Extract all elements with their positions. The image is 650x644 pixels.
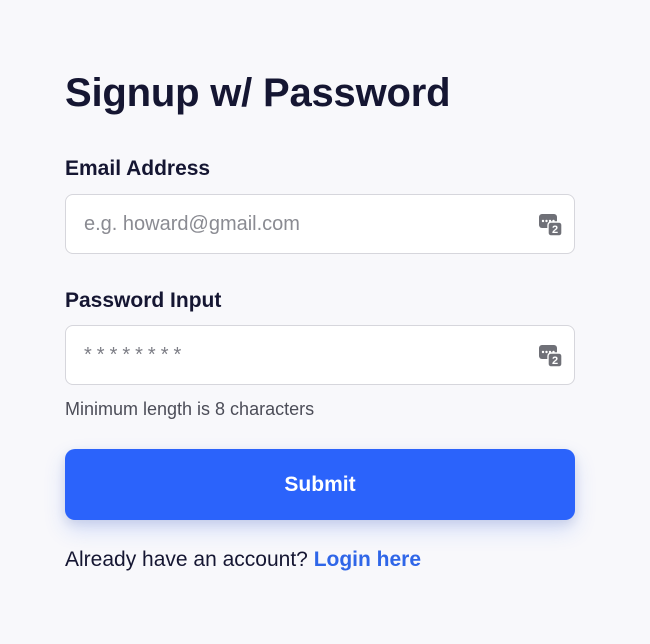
login-prompt: Already have an account? Login here <box>65 547 421 573</box>
login-link[interactable]: Login here <box>314 548 421 571</box>
email-field[interactable] <box>66 195 574 253</box>
password-hint: Minimum length is 8 characters <box>65 399 315 419</box>
password-field[interactable] <box>66 326 574 384</box>
password-field-container: 2 <box>65 325 575 385</box>
email-field-container: 2 <box>65 194 575 254</box>
submit-button[interactable]: Submit <box>65 449 575 520</box>
login-prompt-text: Already have an account? <box>65 548 308 571</box>
email-label: Email Address <box>65 157 211 180</box>
svg-text:2: 2 <box>552 355 558 367</box>
page-title: Signup w/ Password <box>65 71 451 115</box>
password-manager-icon[interactable]: 2 <box>538 212 563 237</box>
password-manager-icon[interactable]: 2 <box>538 343 563 368</box>
svg-text:2: 2 <box>552 224 558 236</box>
password-label: Password Input <box>65 289 222 312</box>
